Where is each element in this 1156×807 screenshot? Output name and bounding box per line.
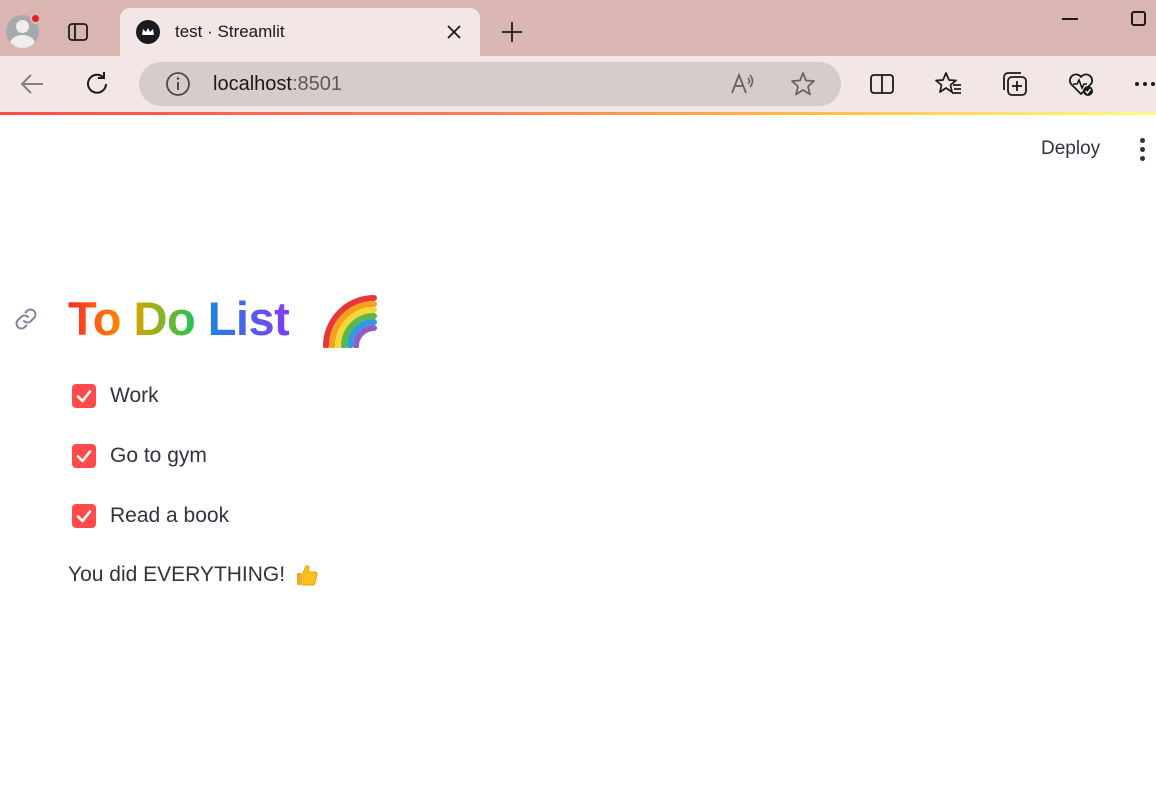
title-word-do: Do bbox=[133, 292, 196, 345]
task-label[interactable]: Read a book bbox=[110, 504, 229, 528]
thumbs-up-icon bbox=[297, 565, 318, 586]
checkmark-icon bbox=[76, 510, 92, 523]
completion-message: You did EVERYTHING! bbox=[68, 563, 319, 587]
close-icon[interactable] bbox=[444, 22, 464, 42]
task-label[interactable]: Work bbox=[110, 384, 159, 408]
task-label[interactable]: Go to gym bbox=[110, 444, 207, 468]
streamlit-favicon bbox=[136, 20, 160, 44]
page-title: To Do List bbox=[68, 291, 290, 346]
task-checkbox-row[interactable]: Read a book bbox=[72, 502, 229, 530]
link-icon[interactable] bbox=[12, 305, 40, 333]
refresh-icon[interactable] bbox=[84, 70, 112, 98]
more-icon[interactable] bbox=[1130, 70, 1156, 98]
task-checkbox[interactable] bbox=[72, 444, 96, 468]
checkmark-icon bbox=[76, 390, 92, 403]
task-checkbox[interactable] bbox=[72, 504, 96, 528]
split-screen-icon[interactable] bbox=[868, 70, 896, 98]
browser-essentials-icon[interactable] bbox=[1067, 70, 1095, 98]
rainbow-icon bbox=[323, 295, 377, 348]
collections-icon[interactable] bbox=[1001, 70, 1029, 98]
address-bar[interactable]: localhost:8501 bbox=[139, 62, 841, 106]
back-icon[interactable] bbox=[18, 70, 46, 98]
url-text[interactable]: localhost:8501 bbox=[213, 73, 342, 96]
read-aloud-icon[interactable] bbox=[729, 70, 757, 98]
minimize-icon[interactable] bbox=[1062, 18, 1078, 20]
maximize-icon[interactable] bbox=[1131, 11, 1146, 26]
title-word-to: To bbox=[68, 292, 121, 345]
tab-actions-icon[interactable] bbox=[66, 20, 90, 44]
streamlit-decoration-bar bbox=[0, 112, 1156, 115]
checkmark-icon bbox=[76, 450, 92, 463]
browser-toolbar: localhost:8501 bbox=[0, 56, 1156, 112]
info-icon[interactable] bbox=[164, 70, 192, 98]
notification-dot bbox=[30, 13, 41, 24]
browser-titlebar: test · Streamlit bbox=[0, 0, 1156, 56]
title-word-list: List bbox=[207, 292, 290, 345]
deploy-button[interactable]: Deploy bbox=[1041, 138, 1100, 160]
task-checkbox-row[interactable]: Go to gym bbox=[72, 442, 207, 470]
main-menu-icon[interactable] bbox=[1139, 138, 1147, 162]
task-checkbox-row[interactable]: Work bbox=[72, 382, 159, 410]
favorites-icon[interactable] bbox=[935, 70, 963, 98]
tab-title: test · Streamlit bbox=[175, 22, 285, 41]
completion-text: You did EVERYTHING! bbox=[68, 563, 286, 586]
active-tab[interactable]: test · Streamlit bbox=[120, 8, 480, 56]
task-checkbox[interactable] bbox=[72, 384, 96, 408]
favorite-star-icon[interactable] bbox=[789, 70, 817, 98]
new-tab-icon[interactable] bbox=[500, 20, 524, 44]
